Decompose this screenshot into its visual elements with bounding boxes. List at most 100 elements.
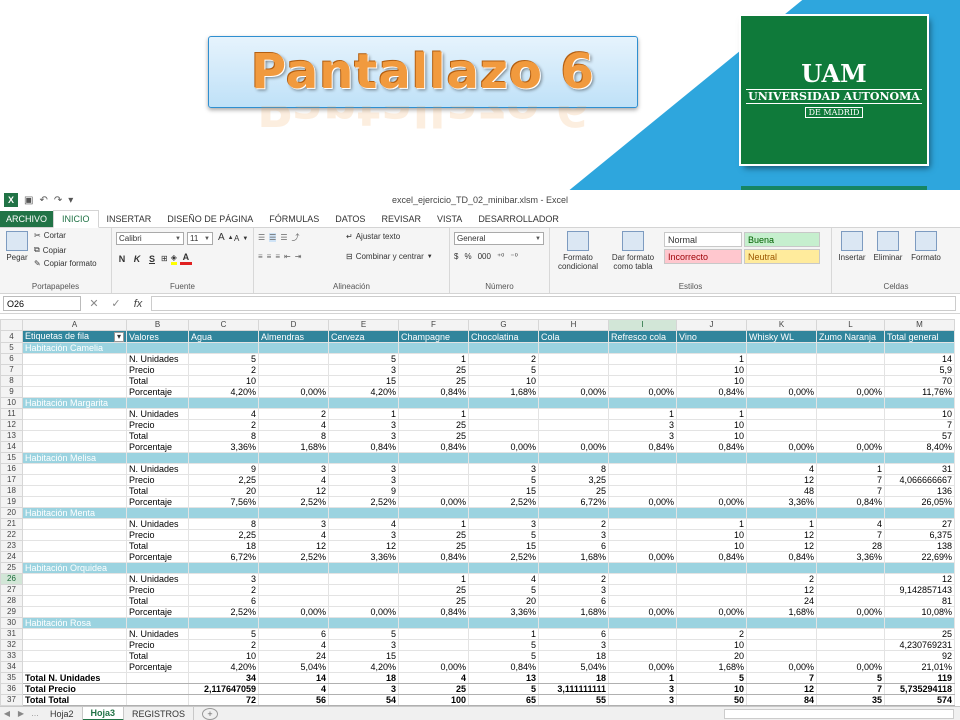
cell[interactable]: N. Unidades <box>126 628 189 640</box>
cell[interactable]: 6 <box>188 595 259 607</box>
cell[interactable]: Champagne <box>398 330 469 343</box>
cell[interactable] <box>398 342 469 354</box>
cell[interactable]: 21,01% <box>884 661 955 673</box>
cell[interactable]: 15 <box>468 485 539 497</box>
row-header[interactable]: 6 <box>0 353 23 365</box>
row-header[interactable]: 16 <box>0 463 23 475</box>
cell[interactable]: 0,00% <box>676 496 747 508</box>
cell[interactable]: 6 <box>538 595 609 607</box>
cell[interactable]: 12 <box>746 529 817 541</box>
cell[interactable] <box>188 507 259 519</box>
cell[interactable] <box>538 562 609 574</box>
row-header[interactable]: 11 <box>0 408 23 420</box>
tab-insertar[interactable]: INSERTAR <box>99 214 160 227</box>
cell[interactable]: Total <box>126 540 189 552</box>
cell[interactable] <box>398 650 469 662</box>
cell[interactable] <box>676 584 747 596</box>
style-normal[interactable]: Normal <box>664 232 742 247</box>
cell[interactable] <box>746 562 817 574</box>
cell[interactable]: 4 <box>468 573 539 585</box>
cell[interactable]: Total Total <box>22 694 127 706</box>
cell[interactable]: Habitación Margarita <box>22 397 127 409</box>
cell[interactable]: Precio <box>126 584 189 596</box>
cell[interactable]: 9 <box>188 463 259 475</box>
cell[interactable]: 4 <box>258 529 329 541</box>
cell[interactable]: 5,04% <box>538 661 609 673</box>
borders-icon[interactable]: ⊞ <box>161 254 168 263</box>
cell[interactable] <box>884 342 955 354</box>
wrap-text-button[interactable]: ↵ Ajustar texto <box>346 232 400 241</box>
cell[interactable]: 119 <box>884 672 955 684</box>
cell[interactable] <box>608 617 677 629</box>
cell[interactable]: 18 <box>538 672 609 684</box>
cell[interactable] <box>608 463 677 475</box>
cell[interactable]: 10,08% <box>884 606 955 618</box>
cell[interactable]: Total <box>126 375 189 387</box>
cell[interactable]: 4 <box>188 408 259 420</box>
cell[interactable] <box>816 628 885 640</box>
cell[interactable]: 0,00% <box>258 386 329 398</box>
cell[interactable] <box>676 485 747 497</box>
cell[interactable] <box>884 452 955 464</box>
cell[interactable]: 1 <box>608 672 677 684</box>
cell[interactable]: 7 <box>816 529 885 541</box>
cell[interactable]: 3,25 <box>538 474 609 486</box>
cell[interactable]: 6 <box>538 540 609 552</box>
column-header[interactable]: A <box>22 319 127 331</box>
sheet-tab-hoja2[interactable]: Hoja2 <box>42 706 83 720</box>
row-header[interactable]: 30 <box>0 617 23 629</box>
cell[interactable]: Cerveza <box>328 330 399 343</box>
cell[interactable] <box>468 507 539 519</box>
cell[interactable]: 2 <box>258 408 329 420</box>
cell[interactable]: 0,00% <box>746 661 817 673</box>
row-header[interactable]: 33 <box>0 650 23 662</box>
copy-button[interactable]: ⧉ Copiar <box>34 245 66 255</box>
cell[interactable]: 13 <box>468 672 539 684</box>
cell[interactable]: 2 <box>188 364 259 376</box>
cell[interactable]: 10 <box>676 364 747 376</box>
cell[interactable] <box>398 397 469 409</box>
row-header[interactable]: 31 <box>0 628 23 640</box>
cell[interactable] <box>608 540 677 552</box>
cell[interactable]: Porcentaje <box>126 661 189 673</box>
cell[interactable] <box>398 485 469 497</box>
cell[interactable]: 7 <box>816 683 885 695</box>
cell[interactable]: Precio <box>126 419 189 431</box>
cell[interactable] <box>126 617 189 629</box>
cell[interactable]: 4 <box>258 683 329 695</box>
row-header[interactable]: 36 <box>0 683 23 695</box>
paste-button[interactable]: Pegar <box>4 231 30 262</box>
cell[interactable] <box>676 342 747 354</box>
cell[interactable]: 8 <box>538 463 609 475</box>
cell[interactable]: 4 <box>816 518 885 530</box>
cell[interactable] <box>538 342 609 354</box>
select-all-corner[interactable] <box>0 319 23 331</box>
cell[interactable] <box>22 606 127 618</box>
cell[interactable] <box>816 452 885 464</box>
cell[interactable] <box>676 562 747 574</box>
cell[interactable]: 2 <box>538 518 609 530</box>
align-right-icon[interactable]: ≡ <box>275 252 280 261</box>
row-header[interactable]: 14 <box>0 441 23 453</box>
cell[interactable] <box>816 639 885 651</box>
cell[interactable]: Zumo Naranja <box>816 330 885 343</box>
cell[interactable] <box>676 452 747 464</box>
cell[interactable]: 5 <box>468 529 539 541</box>
cell[interactable] <box>608 529 677 541</box>
cell[interactable] <box>468 397 539 409</box>
cell[interactable]: 18 <box>328 672 399 684</box>
cell[interactable] <box>328 584 399 596</box>
cell[interactable]: 1 <box>398 408 469 420</box>
cell[interactable]: 2 <box>468 353 539 365</box>
cell[interactable]: 0,84% <box>816 496 885 508</box>
cell[interactable]: 5 <box>188 353 259 365</box>
cell[interactable]: 92 <box>884 650 955 662</box>
cell[interactable] <box>608 474 677 486</box>
cell[interactable]: Precio <box>126 474 189 486</box>
cell[interactable]: Habitación Melisa <box>22 452 127 464</box>
cell[interactable]: 5 <box>328 353 399 365</box>
cell[interactable] <box>746 342 817 354</box>
cell[interactable]: 10 <box>468 375 539 387</box>
cell[interactable] <box>126 672 189 684</box>
cell[interactable]: 4 <box>746 463 817 475</box>
